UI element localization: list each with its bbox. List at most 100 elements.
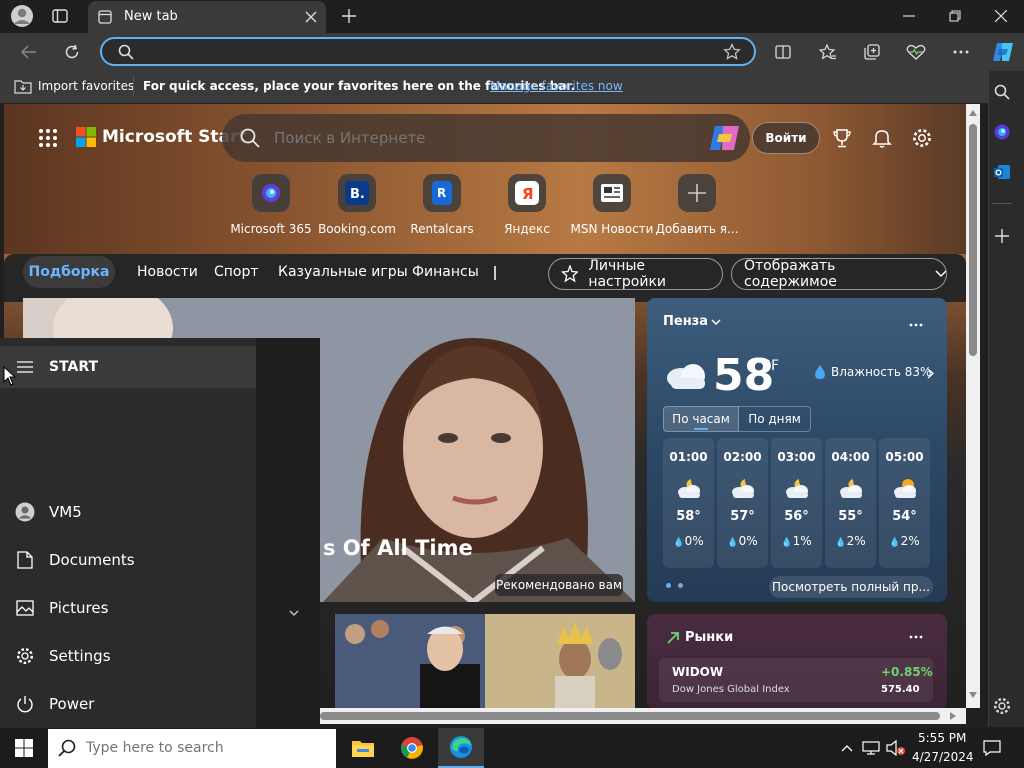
tab-title: New tab [124,9,178,24]
horizontal-scroll-thumb[interactable] [320,712,940,720]
web-search-box[interactable] [222,114,750,162]
tab-actions-icon [52,9,68,23]
split-screen-button[interactable] [772,41,794,63]
hour-card[interactable]: 04:00 55° 💧2% [825,438,876,568]
notifications-button[interactable] [870,126,894,150]
start-item-pictures[interactable]: Pictures [0,588,256,628]
tab-actions-button[interactable] [48,5,72,27]
tray-network-button[interactable] [860,738,882,758]
favorites-button[interactable] [817,41,839,63]
new-tab-button[interactable] [338,5,360,27]
page-settings-button[interactable] [910,126,934,150]
action-center-button[interactable] [980,736,1004,760]
start-item-settings[interactable]: Settings [0,636,256,676]
copilot-icon[interactable] [709,123,741,153]
sidebar-add-button[interactable] [992,226,1012,246]
sidebar-outlook-button[interactable] [992,162,1012,182]
start-item-label: VM5 [49,503,82,521]
import-favorites-icon [14,80,32,94]
more-dots-icon[interactable] [909,323,923,327]
manage-favorites-link[interactable]: Manage favorites now [490,79,623,93]
more-dots-icon[interactable] [909,635,923,639]
tab-podborka[interactable]: Подборка [23,256,115,288]
hour-card[interactable]: 03:00 56° 💧1% [771,438,822,568]
personalize-button[interactable]: Личные настройки [548,258,723,290]
vertical-scrollbar[interactable] [966,104,980,708]
news-card-image[interactable] [335,614,635,708]
tab-casual-games[interactable]: Казуальные игры [278,264,408,280]
weather-card[interactable]: Пенза 58 °F Влажность 83% По часам По дн… [647,298,947,602]
favorite-star-icon[interactable] [723,43,741,61]
carousel-dot[interactable] [678,583,683,588]
quick-link-label: Добавить я... [655,222,739,236]
carousel-dot-active[interactable] [666,583,671,588]
profile-avatar[interactable] [10,4,34,28]
horizontal-scrollbar[interactable] [320,708,966,724]
taskbar-date[interactable]: 4/27/2024 [912,750,974,764]
start-button[interactable] [0,728,48,768]
taskbar-search-input[interactable] [86,737,326,759]
tray-volume-button[interactable] [884,738,908,758]
sign-in-button[interactable]: Войти [752,122,820,154]
tab-news[interactable]: Новости [137,264,198,280]
partly-cloudy-icon [893,479,916,498]
hour-precip-value: 1% [792,534,812,548]
restore-button[interactable] [944,6,966,26]
sidebar-search-button[interactable] [992,82,1012,102]
quick-link-add[interactable]: Добавить я... [647,174,747,236]
start-item-documents[interactable]: Documents [0,540,256,580]
hour-card[interactable]: 02:00 57° 💧0% [717,438,768,568]
close-window-button[interactable] [990,6,1012,26]
copilot-button[interactable] [990,39,1016,65]
search-icon [240,128,260,148]
start-expand-button[interactable]: START [0,346,256,388]
hour-time: 04:00 [831,450,870,464]
scroll-down-icon[interactable] [969,692,977,698]
minimize-button[interactable] [898,6,920,26]
tray-overflow-button[interactable] [838,738,856,758]
taskbar-search-box[interactable] [48,729,336,768]
taskbar-time[interactable]: 5:55 PM [918,731,966,745]
taskbar-chrome[interactable] [391,728,433,768]
scroll-right-icon[interactable] [950,712,956,720]
chevron-down-icon[interactable] [289,610,299,617]
collections-button[interactable] [861,41,883,63]
tab-daily[interactable]: По дням [739,406,811,432]
quick-link-microsoft365[interactable]: Microsoft 365 [221,174,321,236]
taskbar-file-explorer[interactable] [342,728,384,768]
display-content-dropdown[interactable]: Отображать содержимое [731,258,947,290]
sidebar-settings-button[interactable] [992,696,1012,716]
weather-city[interactable]: Пенза [663,314,708,329]
refresh-button[interactable] [61,41,83,63]
vertical-scroll-thumb[interactable] [969,124,977,356]
address-input[interactable] [142,42,702,62]
browser-essentials-button[interactable] [904,41,928,63]
start-menu-rail: START VM5 Documents Pictures Settings Po… [0,338,256,728]
full-forecast-button[interactable]: Посмотреть полный пр... [769,576,933,598]
tab-new-tab[interactable]: New tab [88,1,326,33]
tab-close-icon[interactable] [305,11,317,23]
hour-card[interactable]: 01:00 58° 💧0% [663,438,714,568]
web-search-input[interactable] [274,127,674,149]
chevron-down-icon[interactable] [711,319,721,326]
start-item-power[interactable]: Power [0,684,256,724]
quick-link-tile: B. [338,174,376,212]
settings-and-more-button[interactable] [950,41,972,63]
tab-finance[interactable]: Финансы [412,264,479,280]
chevron-right-icon[interactable] [927,368,934,379]
address-bar[interactable] [100,37,756,66]
markets-card[interactable]: Рынки WIDOW Dow Jones Global Index +0.85… [647,614,947,708]
apps-launcher-button[interactable] [36,126,60,150]
taskbar-edge[interactable] [438,728,484,768]
back-button[interactable] [18,41,40,63]
sidebar-copilot-button[interactable] [992,122,1012,142]
partly-cloudy-night-icon [839,479,862,498]
weather-unit[interactable]: °F [764,358,779,374]
scroll-up-icon[interactable] [969,110,977,116]
tab-sport[interactable]: Спорт [214,264,259,280]
import-favorites-link[interactable]: Import favorites [38,79,134,93]
start-item-user[interactable]: VM5 [0,492,256,532]
hour-card[interactable]: 05:00 54° 💧2% [879,438,930,568]
rewards-button[interactable] [830,126,854,150]
market-row[interactable]: WIDOW Dow Jones Global Index +0.85% 575.… [659,658,933,702]
